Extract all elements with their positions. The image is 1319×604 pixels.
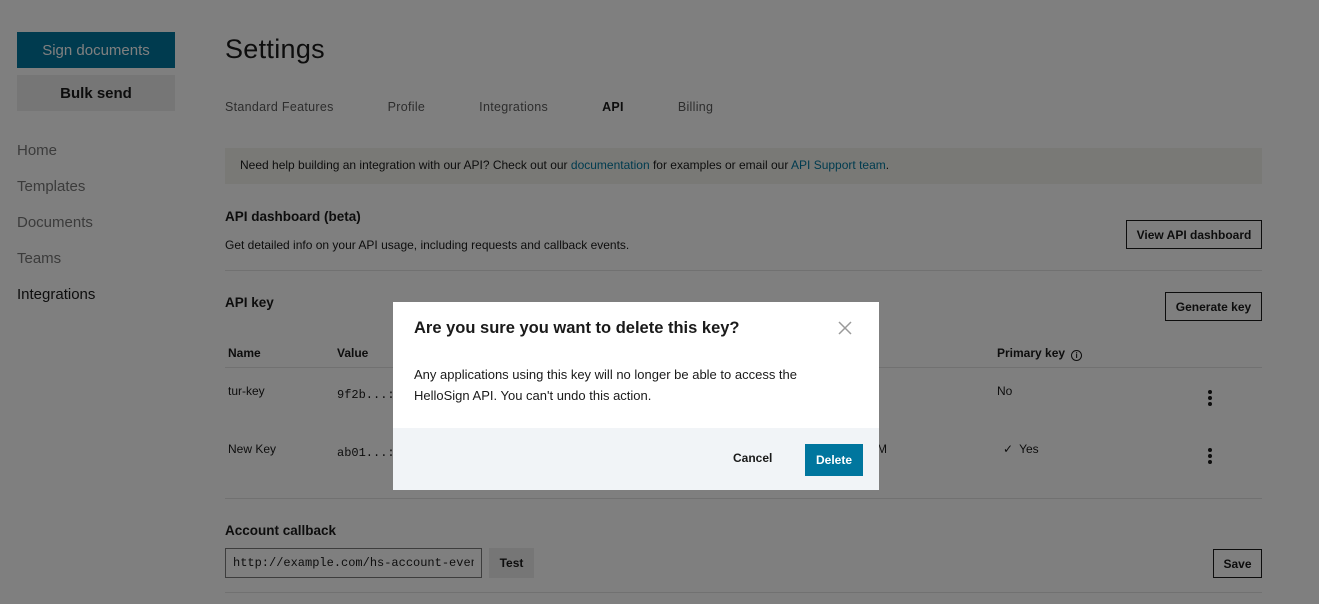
modal-body: Any applications using this key will no … <box>414 367 797 403</box>
cancel-button[interactable]: Cancel <box>733 451 772 465</box>
delete-key-modal: Are you sure you want to delete this key… <box>393 302 879 490</box>
modal-footer: Cancel Delete <box>393 428 879 490</box>
delete-button[interactable]: Delete <box>805 444 863 476</box>
close-icon[interactable] <box>837 320 853 336</box>
modal-title: Are you sure you want to delete this key… <box>414 319 740 337</box>
